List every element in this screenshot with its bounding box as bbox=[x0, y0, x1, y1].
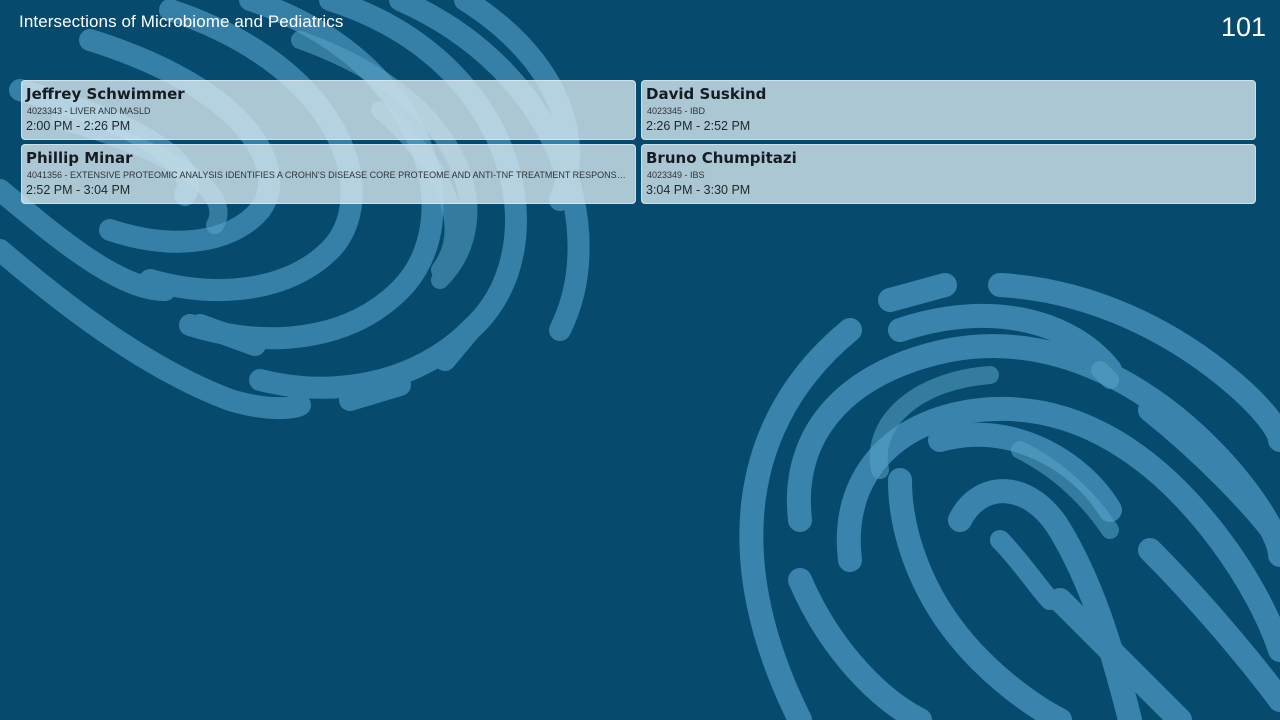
speaker-name: Bruno Chumpitazi bbox=[646, 149, 797, 167]
session-title: Intersections of Microbiome and Pediatri… bbox=[19, 12, 344, 31]
session-card-schwimmer[interactable]: Jeffrey Schwimmer 4023343 - LIVER AND MA… bbox=[21, 80, 636, 140]
session-card-chumpitazi[interactable]: Bruno Chumpitazi 4023349 - IBS 3:04 PM -… bbox=[641, 144, 1256, 204]
abstract-title: 4023349 - IBS bbox=[647, 170, 705, 180]
session-card-suskind[interactable]: David Suskind 4023345 - IBD 2:26 PM - 2:… bbox=[641, 80, 1256, 140]
session-time: 2:26 PM - 2:52 PM bbox=[646, 119, 751, 133]
speaker-name: Jeffrey Schwimmer bbox=[26, 85, 185, 103]
room-number: 101 bbox=[1220, 12, 1266, 42]
speaker-name: Phillip Minar bbox=[26, 149, 133, 167]
session-time: 3:04 PM - 3:30 PM bbox=[646, 183, 751, 197]
abstract-title: 4023343 - LIVER AND MASLD bbox=[27, 106, 151, 116]
session-grid: Jeffrey Schwimmer 4023343 - LIVER AND MA… bbox=[21, 80, 1256, 204]
speaker-name: David Suskind bbox=[646, 85, 767, 103]
abstract-title: 4041356 - EXTENSIVE PROTEOMIC ANALYSIS I… bbox=[27, 170, 631, 180]
session-time: 2:52 PM - 3:04 PM bbox=[26, 183, 131, 197]
session-card-minar[interactable]: Phillip Minar 4041356 - EXTENSIVE PROTEO… bbox=[21, 144, 636, 204]
abstract-title: 4023345 - IBD bbox=[647, 106, 706, 116]
session-time: 2:00 PM - 2:26 PM bbox=[26, 119, 131, 133]
